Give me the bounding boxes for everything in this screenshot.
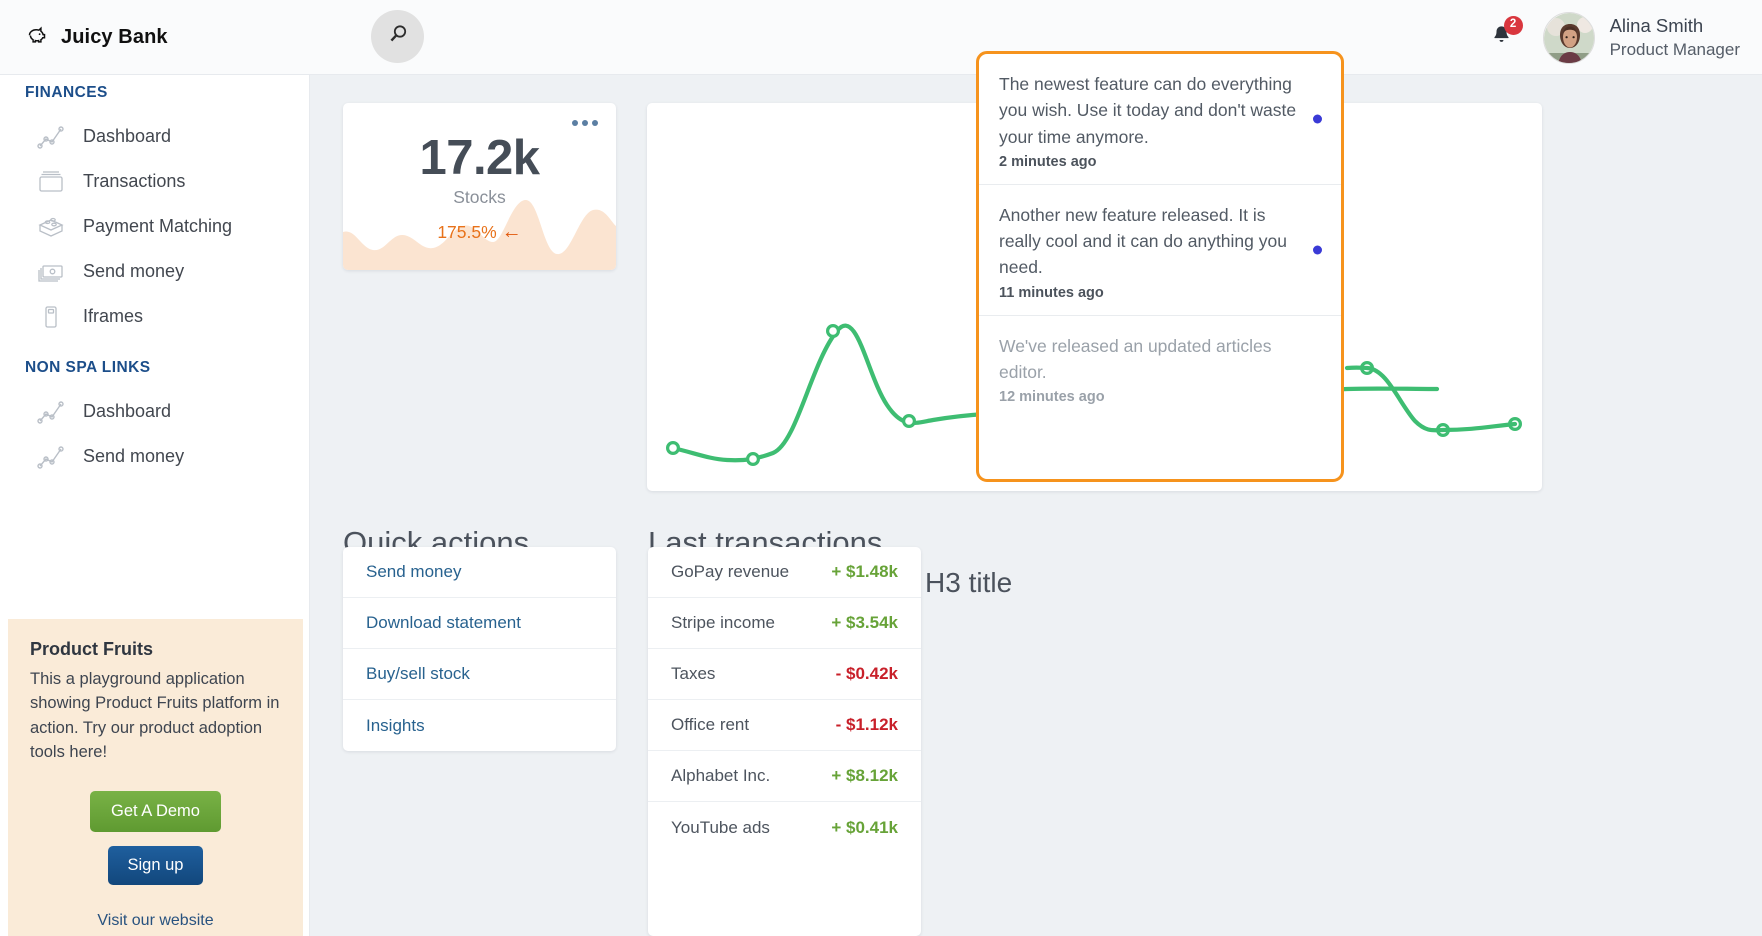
- transaction-amount: + $3.54k: [831, 613, 898, 633]
- list-item[interactable]: Send money: [343, 547, 616, 598]
- avatar[interactable]: [1543, 12, 1595, 64]
- user-info[interactable]: Alina Smith Product Manager: [1610, 14, 1740, 62]
- notifications-panel: The newest feature can do everything you…: [976, 51, 1344, 482]
- promo-title: Product Fruits: [30, 639, 281, 660]
- sidebar-group-title-finances: FINANCES: [0, 84, 108, 102]
- more-options-icon[interactable]: [572, 120, 598, 126]
- quick-action-label: Send money: [366, 562, 461, 582]
- transaction-label: Stripe income: [671, 613, 775, 633]
- app-root: Juicy Bank 2: [0, 0, 1762, 936]
- stocks-percent-value: 175.5%: [437, 222, 496, 242]
- table-row[interactable]: Taxes - $0.42k: [648, 649, 921, 700]
- notification-text: We've released an updated articles edito…: [999, 333, 1301, 386]
- unread-dot-icon: [1313, 114, 1322, 123]
- table-row[interactable]: Stripe income + $3.54k: [648, 598, 921, 649]
- search-button[interactable]: [371, 10, 424, 63]
- sidebar-item-label: Send money: [83, 261, 184, 282]
- transaction-amount: + $8.12k: [831, 766, 898, 786]
- notifications-bell-button[interactable]: 2: [1479, 15, 1525, 61]
- sidebar-item-dashboard-nonspa[interactable]: Dashboard: [0, 389, 171, 434]
- sidebar-item-label: Transactions: [83, 171, 185, 192]
- notification-text: The newest feature can do everything you…: [999, 71, 1301, 150]
- user-name: Alina Smith: [1610, 14, 1740, 39]
- visit-website-link[interactable]: Visit our website: [30, 912, 281, 930]
- sidebar-item-send-money-nonspa[interactable]: Send money: [0, 434, 184, 479]
- transaction-amount: + $1.48k: [831, 562, 898, 582]
- unread-dot-icon: [1313, 245, 1322, 254]
- brick-icon: [36, 212, 66, 242]
- user-role: Product Manager: [1610, 39, 1740, 62]
- line-chart-icon: [36, 442, 66, 472]
- sidebar-item-label: Iframes: [83, 306, 143, 327]
- notification-item[interactable]: The newest feature can do everything you…: [979, 54, 1341, 185]
- notification-time: 2 minutes ago: [999, 154, 1301, 170]
- h3-title: H3 title: [925, 567, 1012, 599]
- notification-item[interactable]: We've released an updated articles edito…: [979, 316, 1341, 420]
- table-row[interactable]: YouTube ads + $0.41k: [648, 802, 921, 853]
- promo-buttons: Get A Demo Sign up: [30, 791, 281, 885]
- product-fruits-promo: Product Fruits This a playground applica…: [8, 619, 303, 936]
- sidebar: FINANCES Dashboard Transactions: [0, 75, 310, 936]
- stocks-percent: 175.5% ←: [343, 221, 616, 244]
- wallet-icon: [36, 167, 66, 197]
- brand-name: Juicy Bank: [61, 26, 168, 49]
- quick-actions-list: Send money Download statement Buy/sell s…: [343, 547, 616, 751]
- transaction-label: Alphabet Inc.: [671, 766, 770, 786]
- trend-arrow-icon: ←: [502, 221, 522, 243]
- header-right-area: 2: [1479, 0, 1740, 75]
- table-row[interactable]: Office rent - $1.12k: [648, 700, 921, 751]
- sidebar-item-send-money[interactable]: Send money: [0, 249, 184, 294]
- search-icon: [386, 22, 410, 51]
- notification-time: 11 minutes ago: [999, 285, 1301, 301]
- transaction-label: Taxes: [671, 664, 715, 684]
- brand-logo[interactable]: Juicy Bank: [26, 23, 168, 52]
- transaction-amount: - $0.42k: [836, 664, 898, 684]
- sidebar-group-title-non-spa-links: NON SPA LINKS: [0, 359, 151, 377]
- transaction-label: YouTube ads: [671, 818, 770, 838]
- sidebar-item-label: Dashboard: [83, 401, 171, 422]
- line-chart-icon: [36, 122, 66, 152]
- quick-action-label: Download statement: [366, 613, 521, 633]
- table-row[interactable]: Alphabet Inc. + $8.12k: [648, 751, 921, 802]
- transaction-amount: + $0.41k: [831, 818, 898, 838]
- sidebar-item-label: Send money: [83, 446, 184, 467]
- sign-up-button[interactable]: Sign up: [108, 846, 204, 885]
- transaction-label: GoPay revenue: [671, 562, 789, 582]
- top-header: Juicy Bank 2: [0, 0, 1762, 75]
- last-transactions-list: GoPay revenue + $1.48k Stripe income + $…: [648, 547, 921, 936]
- sidebar-item-iframes[interactable]: Iframes: [0, 294, 143, 339]
- list-item[interactable]: Download statement: [343, 598, 616, 649]
- sidebar-item-payment-matching[interactable]: Payment Matching: [0, 204, 232, 249]
- stocks-card: 17.2k Stocks 175.5%←: [343, 103, 616, 270]
- stocks-value: 17.2k: [343, 130, 616, 186]
- notification-text: Another new feature released. It is real…: [999, 202, 1301, 281]
- sidebar-item-label: Dashboard: [83, 126, 171, 147]
- sidebar-item-transactions[interactable]: Transactions: [0, 159, 185, 204]
- transaction-label: Office rent: [671, 715, 749, 735]
- usb-drive-icon: [36, 302, 66, 332]
- line-chart-icon: [36, 397, 66, 427]
- notification-item[interactable]: Another new feature released. It is real…: [979, 185, 1341, 316]
- promo-text: This a playground application showing Pr…: [30, 667, 281, 765]
- quick-action-label: Buy/sell stock: [366, 664, 470, 684]
- transaction-amount: - $1.12k: [836, 715, 898, 735]
- sidebar-item-dashboard[interactable]: Dashboard: [0, 114, 171, 159]
- table-row[interactable]: GoPay revenue + $1.48k: [648, 547, 921, 598]
- banknotes-icon: [36, 257, 66, 287]
- sidebar-item-label: Payment Matching: [83, 216, 232, 237]
- list-item[interactable]: Buy/sell stock: [343, 649, 616, 700]
- notification-time: 12 minutes ago: [999, 389, 1301, 405]
- quick-action-label: Insights: [366, 716, 425, 736]
- piggy-bank-icon: [26, 23, 50, 52]
- notification-count-badge: 2: [1504, 16, 1523, 35]
- list-item[interactable]: Insights: [343, 700, 616, 751]
- get-a-demo-button[interactable]: Get A Demo: [90, 791, 221, 832]
